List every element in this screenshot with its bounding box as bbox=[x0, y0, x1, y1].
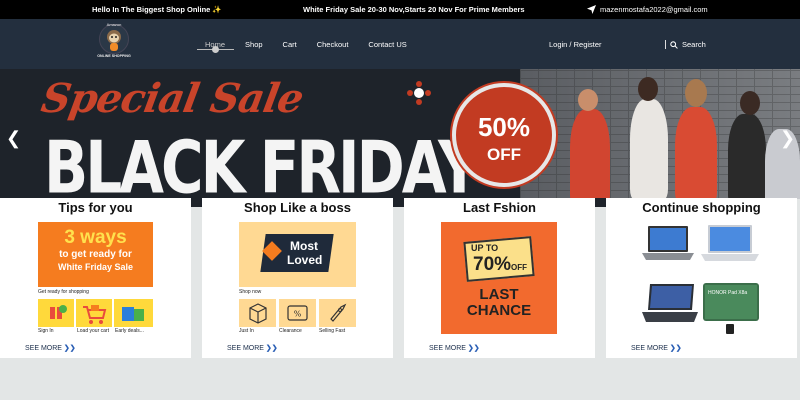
nav-cart[interactable]: Cart bbox=[283, 40, 297, 49]
most-loved-banner[interactable]: Most Loved bbox=[239, 222, 356, 287]
percent-text: 70% bbox=[473, 254, 512, 275]
nav-links: Home Shop Cart Checkout Contact US bbox=[205, 40, 427, 49]
product-laptop-1[interactable] bbox=[642, 224, 694, 266]
laptop-icon bbox=[642, 226, 694, 260]
see-more-label: SEE MORE bbox=[631, 345, 668, 352]
promo-text: White Friday Sale 20-30 Nov,Starts 20 No… bbox=[303, 5, 525, 14]
box-icon bbox=[249, 303, 267, 324]
card-tips: Tips for you 3 ways to get ready for Whi… bbox=[0, 198, 191, 358]
card-last-fashion: Last Fshion UP TO 70%OFF LAST CHANCE SEE… bbox=[404, 198, 595, 358]
top-announcement-bar: Hello In The Biggest Shop Online ✨ White… bbox=[0, 0, 800, 19]
tile-label: Clearance bbox=[279, 328, 302, 334]
black-friday-headline: BLACK FRIDAY bbox=[44, 125, 480, 199]
double-chevron-icon: ❯❯ bbox=[63, 345, 76, 352]
product-tablet[interactable]: HONOR Pad X8a bbox=[702, 282, 760, 336]
main-navbar: Amazon ONLINE SHOPPING Home Shop Cart Ch… bbox=[0, 19, 800, 69]
double-chevron-icon: ❯❯ bbox=[265, 345, 278, 352]
up-to-text: UP TO bbox=[471, 243, 499, 253]
banner-line3: White Friday Sale bbox=[57, 262, 134, 272]
carousel-next-icon[interactable]: ❯ bbox=[780, 128, 795, 149]
tablet-brand-text: HONOR Pad X8a bbox=[708, 290, 748, 296]
search-label: Search bbox=[682, 40, 706, 49]
card-title: Continue shopping bbox=[642, 200, 761, 215]
tile-label: Early deals... bbox=[115, 328, 144, 334]
tips-caption: Get ready for shopping bbox=[38, 289, 89, 295]
laptop-icon bbox=[701, 225, 759, 261]
see-more-link[interactable]: SEE MORE ❯❯ bbox=[631, 344, 682, 352]
clearance-tile[interactable]: % bbox=[279, 299, 316, 327]
laptop-icon bbox=[642, 284, 698, 322]
tile-label: Just In bbox=[239, 328, 254, 334]
sparkle-icon bbox=[407, 81, 431, 105]
special-sale-text: Special Sale bbox=[37, 75, 307, 122]
seventy-off: 70%OFF bbox=[473, 254, 527, 276]
banner-line2: Loved bbox=[287, 253, 323, 267]
chance-text: CHANCE bbox=[466, 302, 532, 319]
email-text: mazenmostafa2022@gmail.com bbox=[600, 5, 708, 14]
see-more-label: SEE MORE bbox=[25, 345, 62, 352]
greeting-text: Hello In The Biggest Shop Online ✨ bbox=[92, 5, 222, 14]
see-more-label: SEE MORE bbox=[429, 345, 466, 352]
shop-caption: Shop now bbox=[239, 289, 262, 295]
hero-banner: Special Sale BLACK FRIDAY 50% OFF ❮ ❯ bbox=[0, 69, 800, 199]
tile-label: Selling Fast bbox=[319, 328, 346, 334]
email-contact[interactable]: mazenmostafa2022@gmail.com bbox=[587, 5, 708, 14]
see-more-label: SEE MORE bbox=[227, 345, 264, 352]
card-gap bbox=[595, 198, 606, 207]
logo-bottom-text: ONLINE SHOPPING bbox=[97, 54, 131, 58]
see-more-link[interactable]: SEE MORE ❯❯ bbox=[227, 344, 278, 352]
off-text: OFF bbox=[511, 263, 528, 272]
card-title: Last Fshion bbox=[463, 200, 536, 215]
nav-contact[interactable]: Contact US bbox=[368, 40, 406, 49]
search-divider bbox=[665, 40, 666, 49]
search-icon bbox=[670, 40, 678, 49]
product-gaming-laptop[interactable] bbox=[640, 282, 700, 326]
deals-tile[interactable] bbox=[114, 299, 153, 327]
active-indicator-dot bbox=[212, 46, 219, 53]
card-gap bbox=[393, 198, 404, 207]
cart-tile[interactable] bbox=[76, 299, 112, 327]
banner-line2: to get ready for bbox=[59, 249, 132, 260]
card-gap bbox=[191, 198, 202, 207]
tile-label: Load your cart bbox=[77, 328, 109, 334]
see-more-link[interactable]: SEE MORE ❯❯ bbox=[429, 344, 480, 352]
nav-checkout[interactable]: Checkout bbox=[317, 40, 349, 49]
gift-icon bbox=[50, 305, 67, 319]
badge-off: OFF bbox=[487, 145, 521, 164]
send-icon bbox=[587, 5, 596, 14]
last-chance-banner[interactable]: UP TO 70%OFF LAST CHANCE bbox=[441, 222, 557, 334]
banner-line1: 3 ways bbox=[64, 227, 127, 248]
percent-tag-icon: % bbox=[287, 305, 308, 321]
badge-percent: 50% bbox=[477, 112, 531, 142]
card-title: Tips for you bbox=[58, 200, 133, 215]
rocket-icon bbox=[330, 303, 347, 322]
double-chevron-icon: ❯❯ bbox=[467, 345, 480, 352]
logo-top-text: Amazon bbox=[106, 22, 122, 27]
last-text: LAST bbox=[479, 286, 519, 303]
card-shop-boss: Shop Like a boss Most Loved Shop now % J… bbox=[202, 198, 393, 358]
signin-tile[interactable] bbox=[38, 299, 74, 327]
see-more-link[interactable]: SEE MORE ❯❯ bbox=[25, 344, 76, 352]
site-logo[interactable]: Amazon ONLINE SHOPPING bbox=[96, 22, 132, 66]
tile-label: Sign In bbox=[38, 328, 54, 334]
banner-line1: Most bbox=[290, 239, 318, 253]
sloth-mascot-icon bbox=[107, 30, 121, 51]
card-title: Shop Like a boss bbox=[244, 200, 351, 215]
double-chevron-icon: ❯❯ bbox=[669, 345, 682, 352]
nav-shop[interactable]: Shop bbox=[245, 40, 263, 49]
shopping-cart-icon bbox=[83, 305, 107, 324]
svg-text:%: % bbox=[294, 310, 302, 319]
carousel-prev-icon[interactable]: ❮ bbox=[6, 128, 21, 149]
login-register-link[interactable]: Login / Register bbox=[549, 40, 602, 49]
tips-banner[interactable]: 3 ways to get ready for White Friday Sal… bbox=[38, 222, 153, 287]
product-laptop-2[interactable] bbox=[701, 222, 759, 268]
search-button[interactable]: Search bbox=[670, 40, 706, 49]
just-in-tile[interactable] bbox=[239, 299, 276, 327]
deals-bag-icon bbox=[122, 307, 144, 321]
selling-fast-tile[interactable] bbox=[319, 299, 356, 327]
discount-badge: 50% OFF bbox=[452, 83, 556, 187]
card-continue-shopping: Continue shopping HONOR Pad X8a SEE MORE… bbox=[606, 198, 797, 358]
